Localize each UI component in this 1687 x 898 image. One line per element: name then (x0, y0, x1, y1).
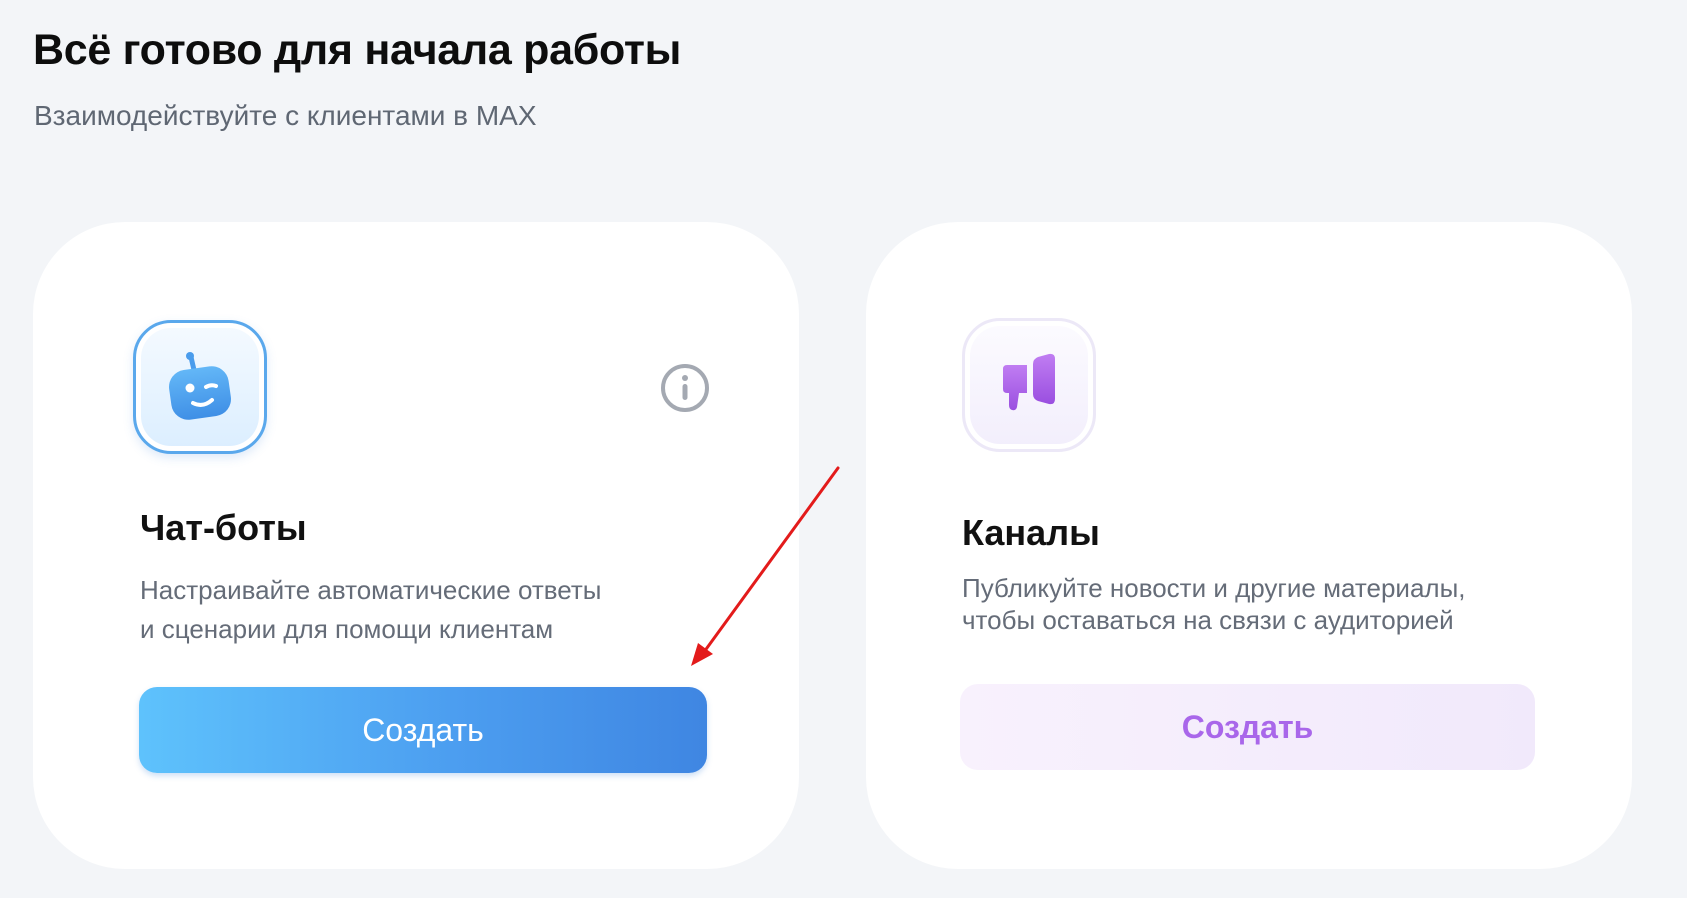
channels-description-line: Публикуйте новости и другие материалы, (962, 573, 1466, 603)
channels-icon-tile (962, 318, 1096, 452)
create-channel-button[interactable]: Создать (960, 684, 1535, 770)
megaphone-icon (1003, 353, 1055, 411)
chatbots-icon-tile (133, 320, 267, 454)
channels-description: Публикуйте новости и другие материалы, ч… (962, 572, 1465, 636)
chatbots-description-line: Настраивайте автоматические ответы (140, 575, 602, 605)
robot-icon (169, 352, 231, 420)
channels-card: Каналы Публикуйте новости и другие матер… (866, 222, 1632, 869)
page-title: Всё готово для начала работы (33, 26, 682, 74)
chatbots-title: Чат-боты (140, 507, 307, 548)
create-chatbot-button[interactable]: Создать (139, 687, 707, 773)
chatbots-card: Чат-боты Настраивайте автоматические отв… (33, 222, 799, 869)
info-icon[interactable] (659, 362, 711, 414)
chatbots-description: Настраивайте автоматические ответы и сце… (140, 571, 601, 649)
channels-title: Каналы (962, 512, 1100, 553)
page-subtitle: Взаимодействуйте с клиентами в MAX (34, 100, 537, 131)
chatbots-description-line: и сценарии для помощи клиентам (140, 614, 554, 644)
page: Всё готово для начала работы Взаимодейст… (0, 0, 1687, 898)
channels-description-line: чтобы оставаться на связи с аудиторией (962, 605, 1454, 635)
